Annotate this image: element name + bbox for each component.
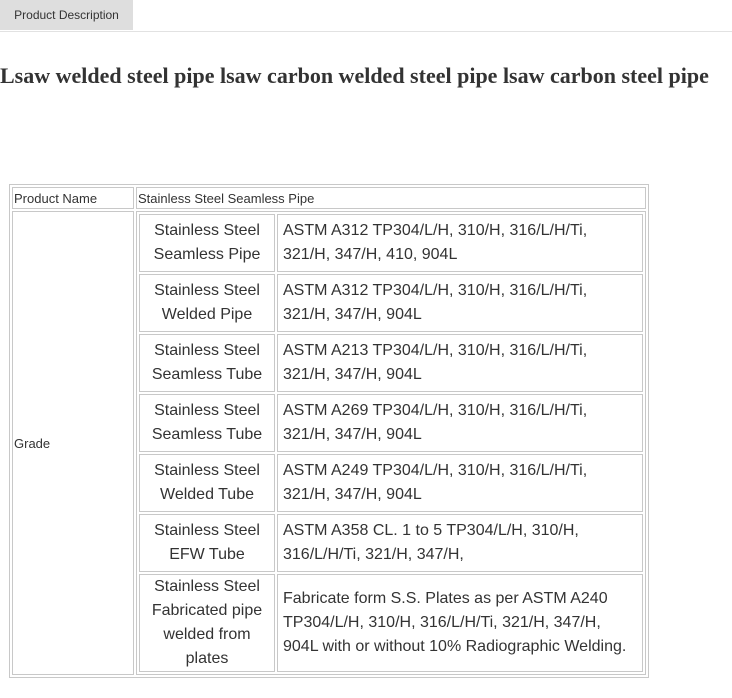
grade-spec: ASTM A358 CL. 1 to 5 TP304/L/H, 310/H, 3… (277, 514, 643, 572)
grade-type: Stainless Steel Welded Pipe (139, 274, 275, 332)
grade-label: Grade (12, 211, 134, 675)
grade-spec: ASTM A269 TP304/L/H, 310/H, 316/L/H/Ti, … (277, 394, 643, 452)
grade-type: Stainless Steel Welded Tube (139, 454, 275, 512)
tab-product-description[interactable]: Product Description (0, 0, 133, 30)
product-name-label: Product Name (12, 187, 134, 209)
grade-row-7: Stainless Steel Fabricated pipe welded f… (139, 574, 643, 672)
spec-table: Product Name Stainless Steel Seamless Pi… (9, 184, 649, 678)
grade-spec: Fabricate form S.S. Plates as per ASTM A… (277, 574, 643, 672)
grade-spec: ASTM A312 TP304/L/H, 310/H, 316/L/H/Ti, … (277, 214, 643, 272)
product-name-row: Product Name Stainless Steel Seamless Pi… (12, 187, 646, 209)
grade-spec: ASTM A249 TP304/L/H, 310/H, 316/L/H/Ti, … (277, 454, 643, 512)
product-name-value: Stainless Steel Seamless Pipe (136, 187, 646, 209)
grade-row-3: Stainless Steel Seamless Tube ASTM A213 … (139, 334, 643, 392)
grade-type: Stainless Steel EFW Tube (139, 514, 275, 572)
grade-row: Grade Stainless Steel Seamless Pipe ASTM… (12, 211, 646, 675)
grade-row-1: Stainless Steel Seamless Pipe ASTM A312 … (139, 214, 643, 272)
grade-type: Stainless Steel Seamless Pipe (139, 214, 275, 272)
grade-type: Stainless Steel Seamless Tube (139, 394, 275, 452)
grade-row-2: Stainless Steel Welded Pipe ASTM A312 TP… (139, 274, 643, 332)
grade-type: Stainless Steel Fabricated pipe welded f… (139, 574, 275, 672)
grade-cell: Stainless Steel Seamless Pipe ASTM A312 … (136, 211, 646, 675)
tab-bar: Product Description (0, 0, 732, 32)
grade-row-5: Stainless Steel Welded Tube ASTM A249 TP… (139, 454, 643, 512)
grade-row-6: Stainless Steel EFW Tube ASTM A358 CL. 1… (139, 514, 643, 572)
grade-type: Stainless Steel Seamless Tube (139, 334, 275, 392)
grade-row-4: Stainless Steel Seamless Tube ASTM A269 … (139, 394, 643, 452)
grade-table: Stainless Steel Seamless Pipe ASTM A312 … (137, 212, 645, 674)
grade-spec: ASTM A312 TP304/L/H, 310/H, 316/L/H/Ti, … (277, 274, 643, 332)
grade-spec: ASTM A213 TP304/L/H, 310/H, 316/L/H/Ti, … (277, 334, 643, 392)
page-title: Lsaw welded steel pipe lsaw carbon welde… (0, 63, 709, 88)
